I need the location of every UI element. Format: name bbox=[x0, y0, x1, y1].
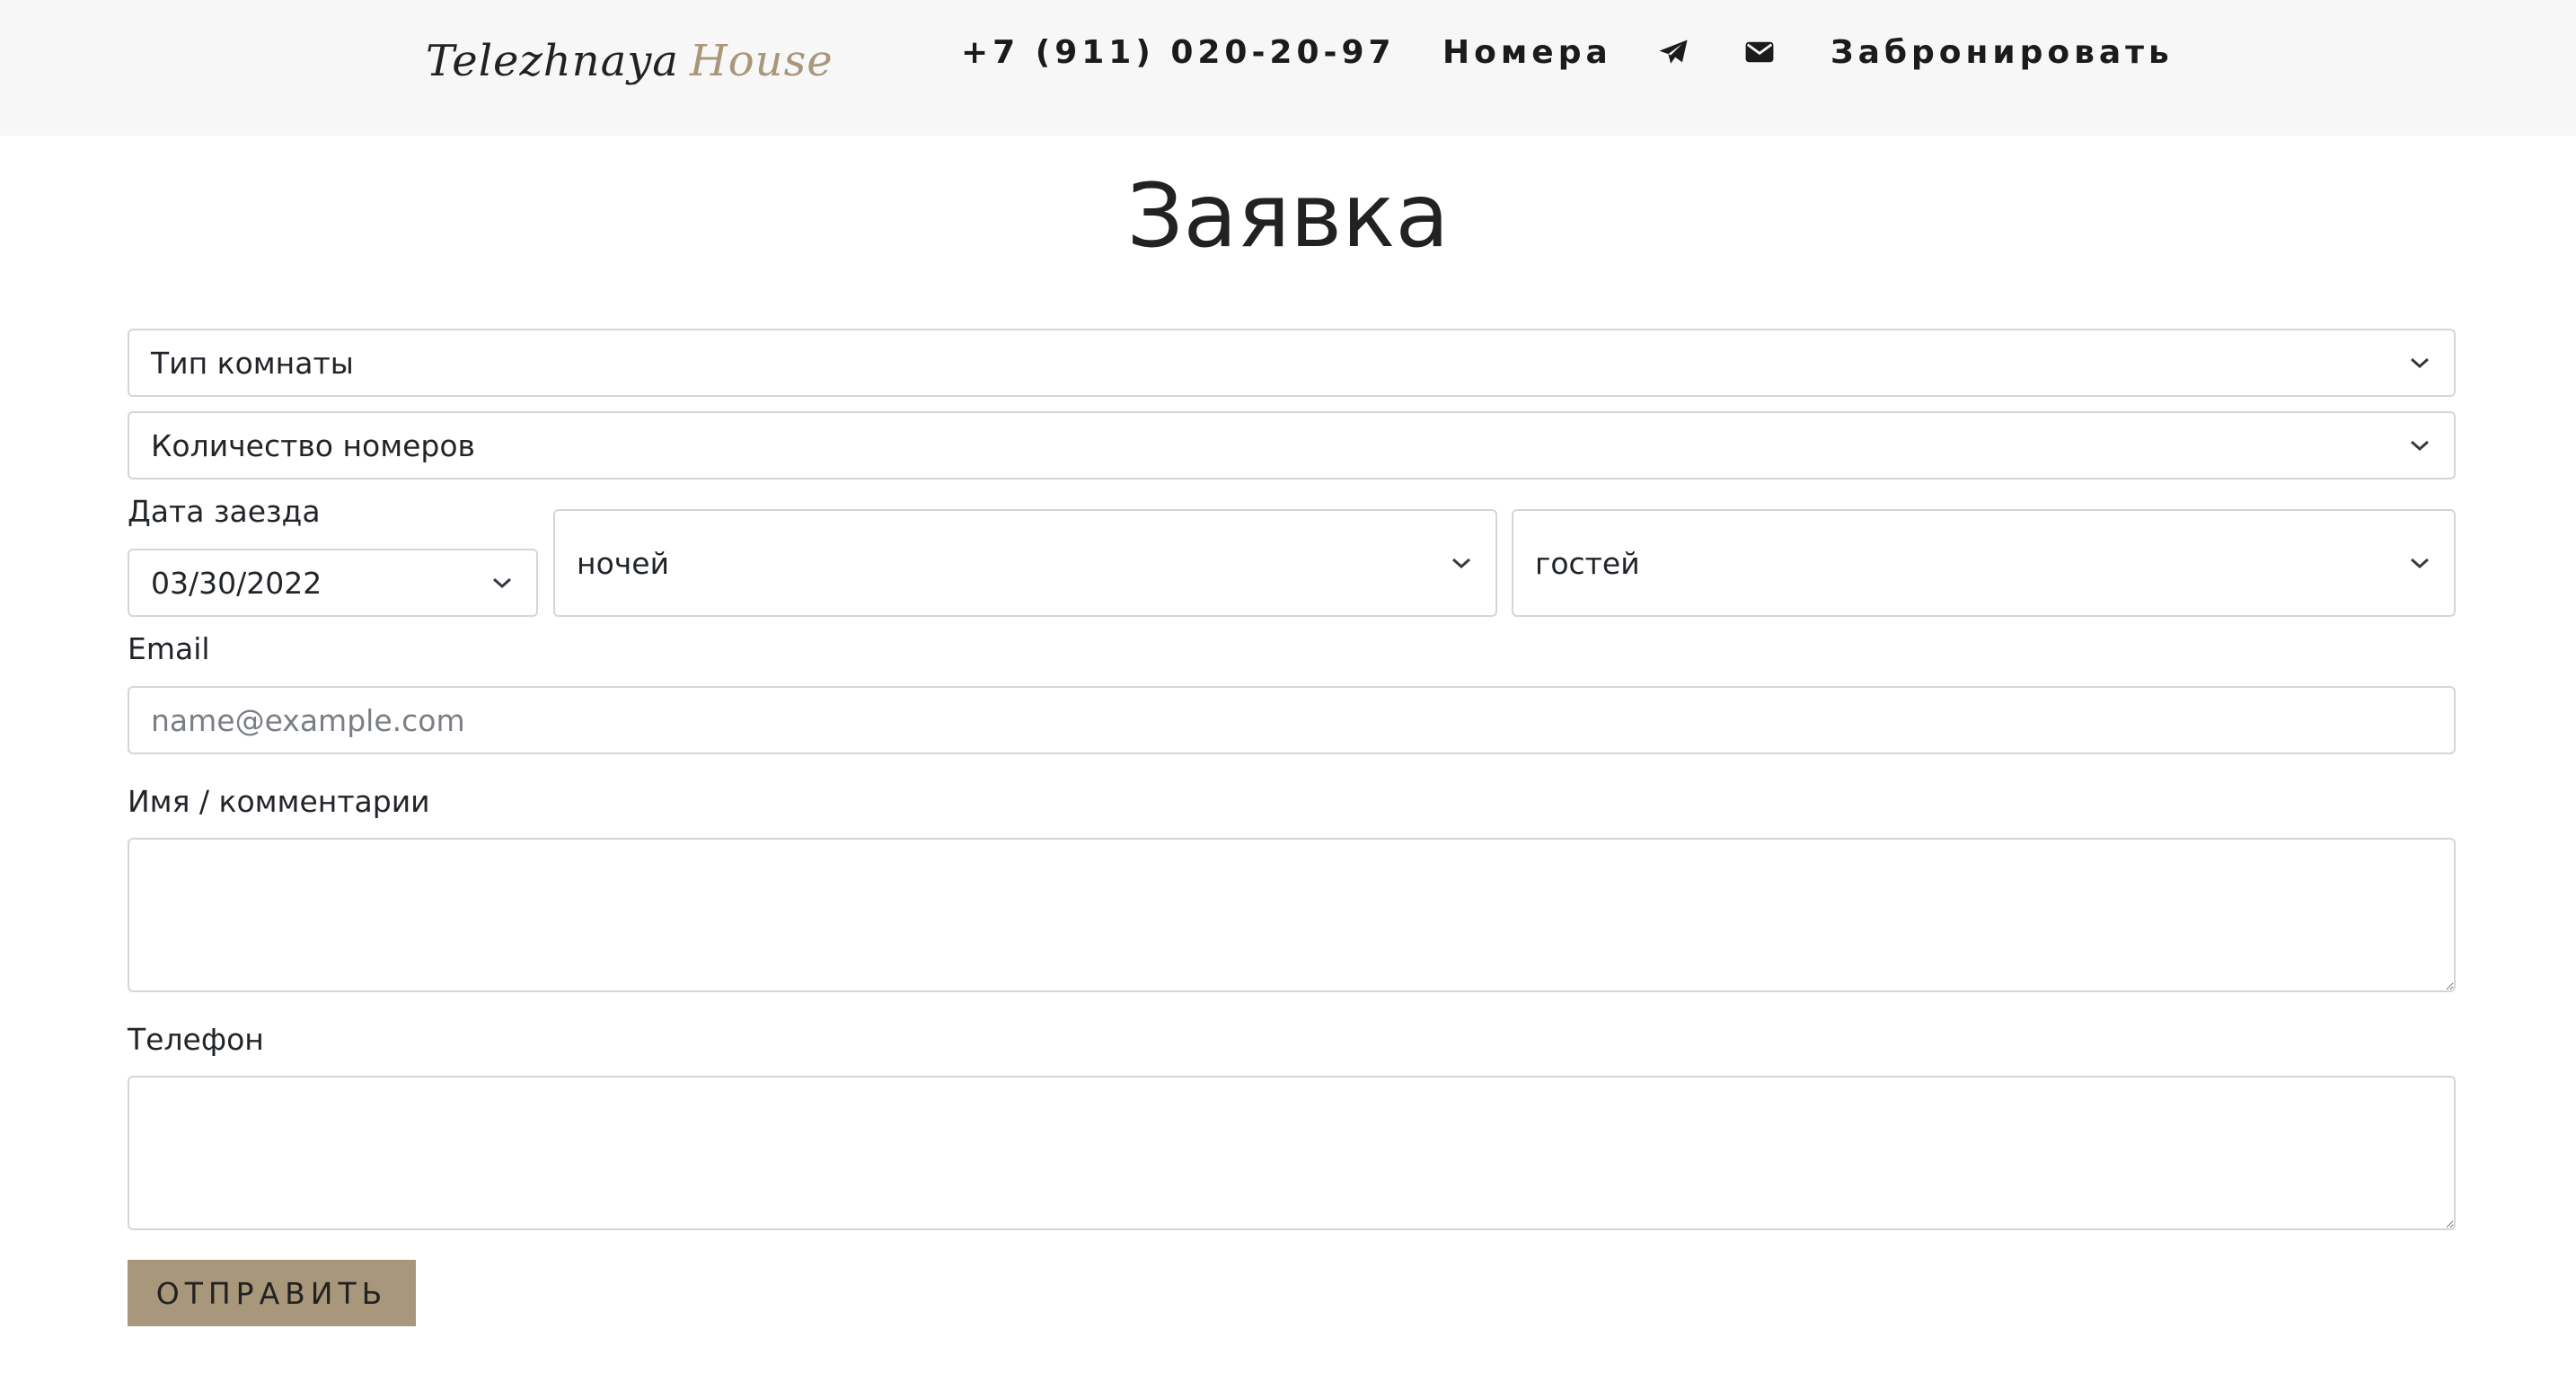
nav-phone-link[interactable]: +7 (911) 020-20-97 bbox=[961, 23, 1396, 81]
chevron-down-icon bbox=[491, 576, 513, 590]
checkin-label: Дата заезда bbox=[128, 494, 321, 529]
email-label: Email bbox=[128, 631, 210, 666]
logo-text-accent: House bbox=[689, 36, 834, 86]
chevron-down-icon bbox=[2409, 356, 2430, 370]
checkin-date-value: 03/30/2022 bbox=[151, 565, 322, 601]
chevron-down-icon bbox=[2409, 438, 2430, 453]
email-field[interactable] bbox=[128, 686, 2456, 754]
envelope-icon[interactable] bbox=[1744, 23, 1775, 81]
room-count-value: Количество номеров bbox=[151, 427, 476, 463]
page-title: Заявка bbox=[1126, 165, 1450, 268]
room-count-select[interactable]: Количество номеров bbox=[128, 411, 2456, 480]
guests-select[interactable]: гостей bbox=[1512, 509, 2456, 617]
site-header: Telezhnaya House +7 (911) 020-20-97 Номе… bbox=[0, 0, 2576, 136]
nights-select[interactable]: ночей bbox=[553, 509, 1497, 617]
guests-value: гостей bbox=[1535, 545, 1640, 581]
chevron-down-icon bbox=[1451, 556, 1472, 570]
room-type-select[interactable]: Тип комнаты bbox=[128, 329, 2456, 397]
logo-text-primary: Telezhnaya bbox=[426, 36, 679, 86]
nav-book-link[interactable]: Забронировать bbox=[1831, 23, 2174, 81]
nav-rooms-link[interactable]: Номера bbox=[1442, 23, 1612, 81]
chevron-down-icon bbox=[2409, 556, 2430, 570]
submit-button[interactable]: ОТПРАВИТЬ bbox=[128, 1260, 416, 1326]
room-type-value: Тип комнаты bbox=[151, 345, 354, 381]
site-logo[interactable]: Telezhnaya House bbox=[426, 27, 834, 95]
nights-value: ночей bbox=[577, 545, 670, 581]
phone-label: Телефон bbox=[128, 1022, 264, 1057]
phone-textarea[interactable] bbox=[128, 1076, 2456, 1230]
name-comments-textarea[interactable] bbox=[128, 838, 2456, 992]
checkin-date-select[interactable]: 03/30/2022 bbox=[128, 549, 538, 617]
name-comments-label: Имя / комментарии bbox=[128, 784, 430, 819]
telegram-icon[interactable] bbox=[1658, 23, 1689, 81]
